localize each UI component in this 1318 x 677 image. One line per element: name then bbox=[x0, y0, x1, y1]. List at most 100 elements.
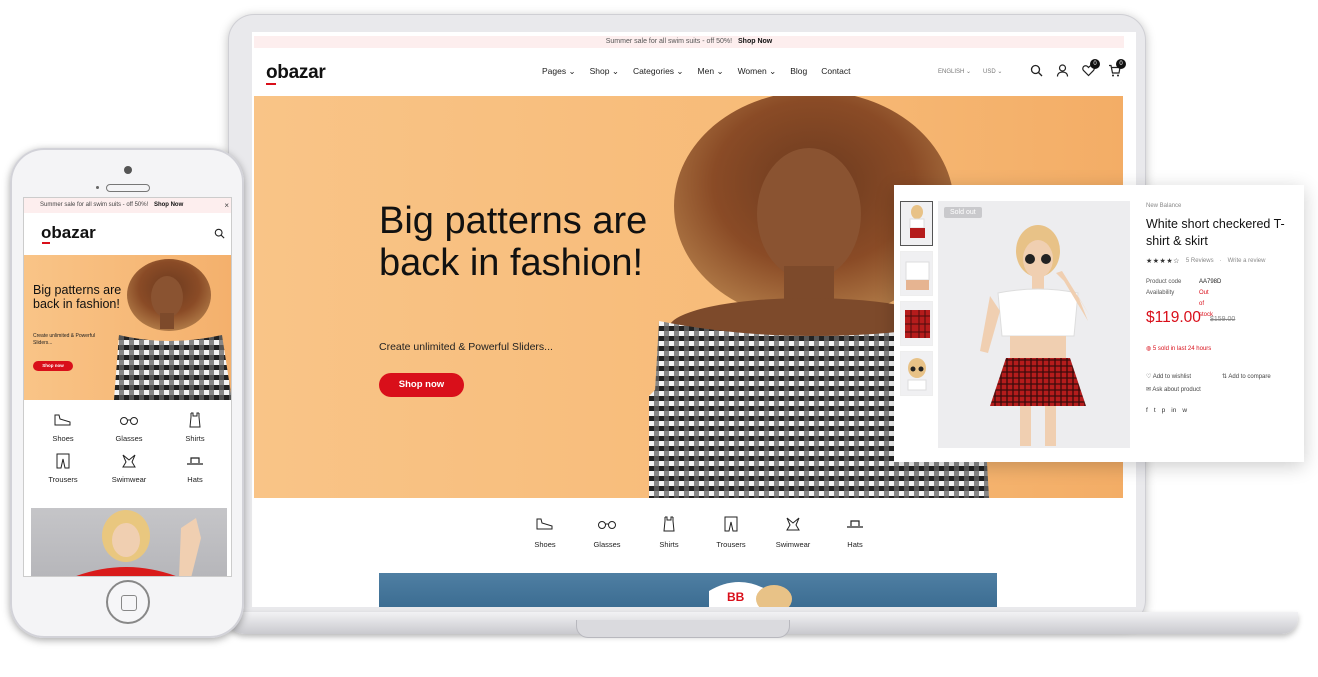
product-title: White short checkered T-shirt & skirt bbox=[1146, 217, 1285, 248]
site-logo[interactable]: obazar bbox=[266, 62, 326, 84]
category-swimwear[interactable]: Swimwear bbox=[762, 516, 824, 549]
rating-separator: · bbox=[1219, 258, 1222, 264]
product-code-value: AA798D bbox=[1199, 279, 1222, 285]
mobile-category-swimwear[interactable]: Swimwear bbox=[96, 453, 162, 484]
mobile-hero-model-image bbox=[114, 259, 231, 400]
mobile-category-shoes[interactable]: Shoes bbox=[30, 412, 96, 443]
promo-banner-image: BB bbox=[379, 573, 997, 607]
facebook-icon[interactable]: f bbox=[1146, 407, 1148, 414]
product-thumbnail[interactable] bbox=[900, 251, 933, 296]
product-thumbnail[interactable] bbox=[900, 351, 933, 396]
product-quickview-card: Sold out New Balance White short checker… bbox=[894, 185, 1304, 462]
mobile-hero-title: Big patterns are back in fashion! bbox=[33, 283, 122, 311]
announcement-text: Summer sale for all swim suits - off 50%… bbox=[605, 38, 733, 45]
category-hats[interactable]: Hats bbox=[824, 516, 886, 549]
mobile-logo-accent bbox=[42, 242, 50, 244]
nav-categories[interactable]: Categories ⌄ bbox=[633, 66, 684, 77]
mobile-category-trousers[interactable]: Trousers bbox=[30, 453, 96, 484]
mobile-search-icon[interactable] bbox=[214, 228, 225, 239]
add-to-wishlist-link[interactable]: ♡ Add to wishlist bbox=[1146, 371, 1201, 384]
mobile-announcement-shop-link[interactable]: Shop Now bbox=[154, 202, 183, 208]
product-thumbnail[interactable] bbox=[900, 301, 933, 346]
category-glasses[interactable]: Glasses bbox=[576, 516, 638, 549]
currency-select[interactable]: USD ⌄ bbox=[983, 68, 1002, 75]
mobile-hero-shop-now-button[interactable]: Shop now bbox=[33, 361, 73, 371]
product-price: $119.00 bbox=[1146, 309, 1201, 326]
hero-subtitle: Create unlimited & Powerful Sliders... bbox=[379, 341, 553, 353]
glasses-icon bbox=[120, 417, 138, 425]
mobile-category-glasses[interactable]: Glasses bbox=[96, 412, 162, 443]
hat-icon bbox=[187, 457, 203, 465]
hero-title: Big patterns are back in fashion! bbox=[379, 200, 648, 284]
product-thumbnail[interactable] bbox=[900, 201, 933, 246]
shirt-icon bbox=[663, 516, 675, 532]
mobile-category-grid: Shoes Glasses Shirts Trousers Swimwear H… bbox=[30, 412, 230, 484]
add-to-compare-link[interactable]: ⇅ Add to compare bbox=[1222, 371, 1271, 384]
cart-icon[interactable]: 0 bbox=[1108, 59, 1126, 77]
trousers-icon bbox=[724, 516, 738, 532]
shoe-icon bbox=[54, 414, 71, 426]
product-code-label: Product code bbox=[1146, 279, 1182, 285]
category-shoes[interactable]: Shoes bbox=[514, 516, 576, 549]
announcement-shop-link[interactable]: Shop Now bbox=[738, 38, 772, 45]
glasses-icon bbox=[598, 521, 616, 529]
product-main-image[interactable]: Sold out bbox=[938, 201, 1130, 448]
nav-men[interactable]: Men ⌄ bbox=[698, 66, 724, 77]
nav-pages[interactable]: Pages ⌄ bbox=[542, 66, 576, 77]
hero-shop-now-button[interactable]: Shop now bbox=[379, 373, 464, 397]
sold-out-badge: Sold out bbox=[944, 207, 982, 218]
category-trousers[interactable]: Trousers bbox=[700, 516, 762, 549]
wishlist-heart-icon[interactable]: 0 bbox=[1082, 59, 1100, 77]
trousers-icon bbox=[56, 453, 70, 469]
flame-icon: ◍ bbox=[1146, 346, 1153, 352]
logo-accent bbox=[266, 83, 276, 85]
mobile-hero-subtitle: Create unlimited & Powerful Sliders... bbox=[33, 333, 95, 346]
mobile-hero-slider: Big patterns are back in fashion! Create… bbox=[24, 255, 231, 400]
product-thumbnails bbox=[900, 201, 933, 401]
nav-women[interactable]: Women ⌄ bbox=[738, 66, 777, 77]
main-nav: Pages ⌄ Shop ⌄ Categories ⌄ Men ⌄ Women … bbox=[542, 66, 851, 77]
phone-home-button[interactable] bbox=[106, 580, 150, 624]
nav-blog[interactable]: Blog bbox=[790, 66, 807, 77]
wishlist-count: 0 bbox=[1090, 59, 1100, 69]
mobile-category-hats[interactable]: Hats bbox=[162, 453, 228, 484]
mobile-logo[interactable]: obazar bbox=[41, 223, 96, 243]
site-header: obazar Pages ⌄ Shop ⌄ Categories ⌄ Men ⌄… bbox=[252, 54, 1136, 94]
language-select[interactable]: ENGLISH ⌄ bbox=[938, 68, 971, 75]
close-icon[interactable]: × bbox=[224, 198, 229, 213]
swimwear-icon bbox=[122, 454, 136, 468]
mobile-announcement-bar: Summer sale for all swim suits - off 50%… bbox=[24, 198, 231, 213]
swimwear-icon bbox=[786, 517, 800, 531]
phone-speaker bbox=[106, 184, 150, 192]
product-brand[interactable]: New Balance bbox=[1146, 203, 1181, 209]
mobile-promo-banner-image bbox=[31, 508, 227, 576]
user-icon[interactable] bbox=[1056, 64, 1069, 77]
shoe-icon bbox=[536, 518, 553, 530]
ask-about-product-link[interactable]: ✉ Ask about product bbox=[1146, 384, 1201, 397]
rating-stars: ★★★★☆ bbox=[1146, 258, 1180, 265]
twitter-icon[interactable]: t bbox=[1154, 407, 1156, 414]
availability-label: Availability bbox=[1146, 290, 1175, 296]
header-icons: 0 0 bbox=[1030, 59, 1126, 77]
announcement-bar: Summer sale for all swim suits - off 50%… bbox=[254, 36, 1124, 48]
availability-row: Availability Out of stock bbox=[1146, 288, 1213, 318]
phone-sensor bbox=[96, 186, 99, 189]
write-review-link[interactable]: Write a review bbox=[1228, 258, 1266, 264]
reviews-link[interactable]: 5 Reviews bbox=[1186, 258, 1214, 264]
shirt-icon bbox=[189, 412, 201, 428]
cart-count: 0 bbox=[1116, 59, 1126, 69]
heart-icon: ♡ bbox=[1146, 374, 1153, 380]
search-icon[interactable] bbox=[1030, 64, 1043, 77]
nav-shop[interactable]: Shop ⌄ bbox=[590, 66, 619, 77]
product-meta: Product code AA798D Availability Out of … bbox=[1146, 277, 1221, 318]
hat-icon bbox=[847, 520, 863, 528]
mobile-category-shirts[interactable]: Shirts bbox=[162, 412, 228, 443]
svg-text:BB: BB bbox=[727, 590, 745, 604]
nav-contact[interactable]: Contact bbox=[821, 66, 850, 77]
category-strip: Shoes Glasses Shirts Trousers Swimwear H… bbox=[514, 516, 886, 549]
whatsapp-icon[interactable]: w bbox=[1182, 407, 1187, 414]
linkedin-icon[interactable]: in bbox=[1171, 407, 1176, 414]
pinterest-icon[interactable]: p bbox=[1162, 407, 1166, 414]
category-shirts[interactable]: Shirts bbox=[638, 516, 700, 549]
product-old-price: $159.00 bbox=[1210, 316, 1236, 323]
